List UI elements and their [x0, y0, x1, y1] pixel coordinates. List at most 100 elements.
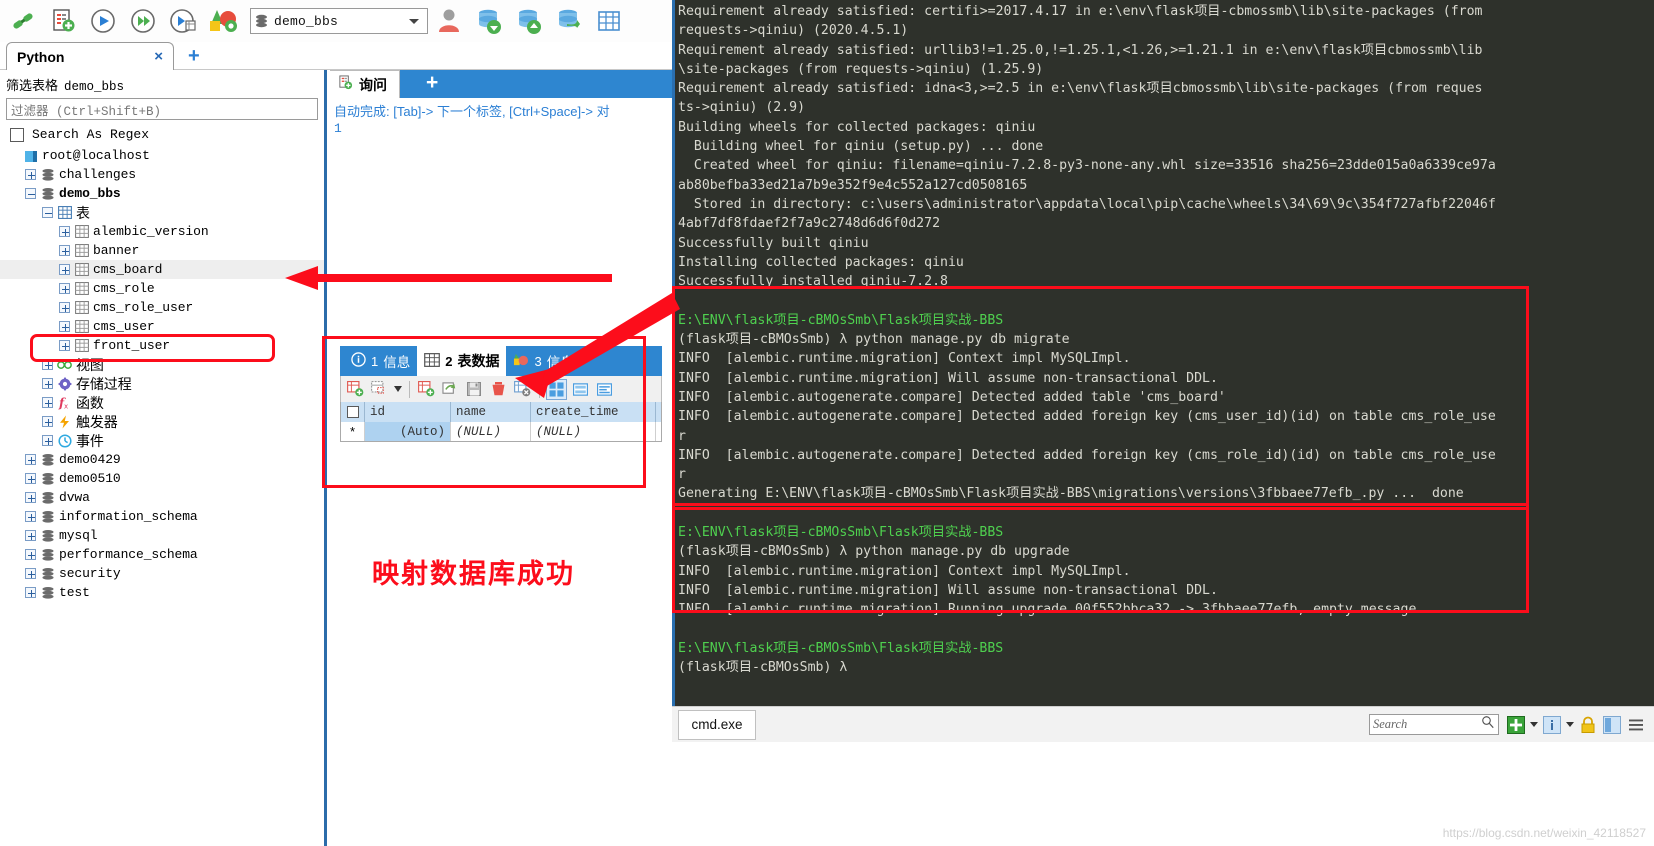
grid-view-icon[interactable] [546, 378, 567, 400]
new-query-icon[interactable] [44, 2, 82, 40]
add-tab-icon[interactable]: + [188, 46, 200, 66]
tree-node-demo_bbs[interactable]: demo_bbs [0, 184, 324, 203]
user-icon[interactable] [430, 2, 468, 40]
tree-node-dvwa[interactable]: dvwa [0, 488, 324, 507]
dropdown-arrow-icon-2[interactable] [1564, 713, 1576, 737]
expand-icon[interactable] [59, 245, 70, 256]
model-icon[interactable] [204, 2, 242, 40]
database-selector[interactable]: demo_bbs [250, 8, 428, 34]
tree-node-security[interactable]: security [0, 564, 324, 583]
tree-node-root[interactable]: root@localhost [0, 146, 324, 165]
menu-icon[interactable] [1624, 713, 1648, 737]
tree-node-cms_role[interactable]: cms_role [0, 279, 324, 298]
run-icon[interactable] [84, 2, 122, 40]
tree-node-performance_schema[interactable]: performance_schema [0, 545, 324, 564]
tree-node-demo0429[interactable]: demo0429 [0, 450, 324, 469]
expand-icon[interactable] [42, 378, 53, 389]
tree-node-mysql[interactable]: mysql [0, 526, 324, 545]
run-all-icon[interactable] [124, 2, 162, 40]
dropdown-arrow-icon[interactable] [1528, 713, 1540, 737]
close-icon[interactable]: × [154, 48, 163, 65]
expand-icon[interactable] [42, 416, 53, 427]
search-as-regex-row[interactable]: Search As Regex [10, 127, 324, 142]
expand-icon[interactable] [25, 549, 36, 560]
lock-icon[interactable] [1576, 713, 1600, 737]
export-icon[interactable] [510, 2, 548, 40]
cell-create-time[interactable]: (NULL) [531, 422, 656, 441]
grid-col-name[interactable]: name [451, 402, 531, 422]
copy-record-icon[interactable] [369, 379, 390, 400]
tree-node-information_schema[interactable]: information_schema [0, 507, 324, 526]
tree-node-[interactable]: 事件 [0, 431, 324, 450]
detail-view-icon[interactable] [594, 379, 615, 400]
expand-icon[interactable] [25, 511, 36, 522]
tree-node-[interactable]: 视图 [0, 355, 324, 374]
expand-icon[interactable] [42, 359, 53, 370]
expand-icon[interactable] [42, 435, 53, 446]
result-tab-info-1[interactable]: 1 信息 [344, 346, 417, 376]
expand-icon[interactable] [25, 169, 36, 180]
result-tab-table-data[interactable]: 2 表数据 [417, 346, 507, 376]
tree-node-front_user[interactable]: front_user [0, 336, 324, 355]
apply-icon[interactable] [440, 379, 461, 400]
new-tab-icon[interactable] [1504, 713, 1528, 737]
insert-record-icon[interactable] [416, 379, 437, 400]
expand-icon[interactable] [59, 302, 70, 313]
tree-node-[interactable]: f x 函数 [0, 393, 324, 412]
grid-col-id[interactable]: id [365, 402, 451, 422]
chevron-down-icon[interactable] [405, 9, 423, 33]
expand-icon[interactable] [25, 568, 36, 579]
cell-name[interactable]: (NULL) [451, 422, 531, 441]
tree-node-demo0510[interactable]: demo0510 [0, 469, 324, 488]
search-input[interactable]: Search [1369, 714, 1499, 735]
add-record-icon[interactable] [345, 379, 366, 400]
expand-icon[interactable] [59, 340, 70, 351]
import-icon[interactable] [470, 2, 508, 40]
tree-node-banner[interactable]: banner [0, 241, 324, 260]
expand-icon[interactable] [42, 397, 53, 408]
search-as-regex-checkbox[interactable] [10, 127, 24, 142]
tree-node-cms_board[interactable]: cms_board [0, 260, 324, 279]
form-view-icon[interactable] [570, 379, 591, 400]
tree-node-[interactable]: 存储过程 [0, 374, 324, 393]
cell-id[interactable]: (Auto) [365, 422, 451, 441]
tree-node-cms_role_user[interactable]: cms_role_user [0, 298, 324, 317]
info-icon[interactable] [1540, 713, 1564, 737]
delete-record-icon[interactable] [488, 379, 509, 400]
grid-icon[interactable] [590, 2, 628, 40]
expand-icon[interactable] [59, 264, 70, 275]
tree-node-[interactable]: 表 [0, 203, 324, 222]
collapse-icon[interactable] [25, 188, 36, 199]
expand-icon[interactable] [25, 530, 36, 541]
tree-node-alembic_version[interactable]: alembic_version [0, 222, 324, 241]
expand-icon[interactable] [25, 454, 36, 465]
table-row[interactable]: * (Auto) (NULL) (NULL) [341, 422, 661, 441]
expand-icon[interactable] [25, 587, 36, 598]
tree-node-test[interactable]: test [0, 583, 324, 602]
tree-node-[interactable]: 触发器 [0, 412, 324, 431]
panel-icon[interactable] [1600, 713, 1624, 737]
connection-tab-python[interactable]: Python × [6, 42, 174, 70]
expand-icon[interactable] [59, 283, 70, 294]
expand-icon[interactable] [25, 473, 36, 484]
cmd-tab[interactable]: cmd.exe [678, 709, 756, 740]
explain-icon[interactable] [164, 2, 202, 40]
console-output[interactable]: Requirement already satisfied: certifi>=… [672, 0, 1654, 706]
result-tab-info-3[interactable]: 3 信息 [506, 346, 580, 376]
expand-icon[interactable] [59, 321, 70, 332]
select-all-checkbox-cell[interactable] [341, 402, 365, 422]
expand-icon[interactable] [59, 226, 70, 237]
tree-node-cms_user[interactable]: cms_user [0, 317, 324, 336]
filter-input[interactable]: 过滤器 (Ctrl+Shift+B) [6, 98, 318, 120]
grid-col-create-time[interactable]: create_time [531, 402, 656, 422]
search-icon[interactable] [1481, 715, 1495, 734]
transfer-icon[interactable] [550, 2, 588, 40]
add-query-tab-icon[interactable]: + [426, 72, 438, 94]
connection-icon[interactable] [4, 2, 42, 40]
tree-node-challenges[interactable]: challenges [0, 165, 324, 184]
query-tab[interactable]: 询问 [330, 70, 400, 98]
cancel-icon[interactable] [512, 379, 533, 400]
select-all-checkbox[interactable] [346, 406, 359, 418]
save-icon[interactable] [464, 379, 485, 400]
collapse-icon[interactable] [42, 207, 53, 218]
